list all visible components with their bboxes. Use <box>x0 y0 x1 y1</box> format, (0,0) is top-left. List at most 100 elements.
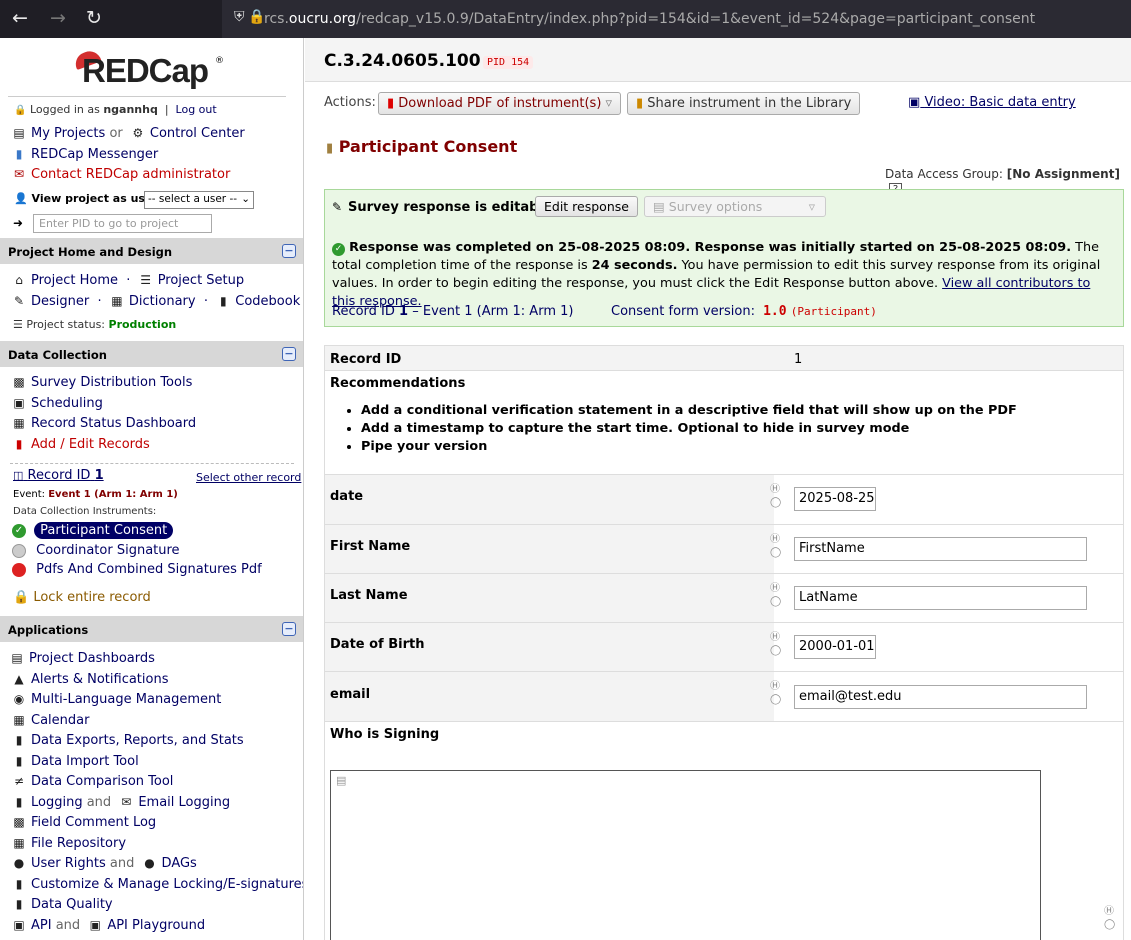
export-icon: ▮ <box>15 733 23 747</box>
app-calendar[interactable]: ▦ Calendar <box>12 713 89 728</box>
codebook-link[interactable]: Codebook <box>235 294 300 309</box>
app-data-import[interactable]: ▮ Data Import Tool <box>12 754 139 769</box>
edit-response-button[interactable]: Edit response <box>535 196 638 217</box>
history-icon[interactable]: Ⓗ <box>1104 902 1114 917</box>
back-icon[interactable]: ← <box>12 8 28 28</box>
app-locking[interactable]: ▮ Customize & Manage Locking/E-signatures <box>12 877 303 892</box>
field-row-first-name: First Name Ⓗ ◯ FirstName <box>324 525 1124 574</box>
comment-icon[interactable]: ◯ <box>770 497 781 508</box>
dob-input[interactable]: 2000-01-01 <box>794 635 876 659</box>
film-icon: ▣ <box>908 95 921 110</box>
project-setup-link[interactable]: Project Setup <box>158 273 244 288</box>
user-rights-link[interactable]: User Rights <box>31 856 106 871</box>
survey-distribution-link[interactable]: ▩ Survey Distribution Tools <box>12 375 192 390</box>
comment-icon[interactable]: ◯ <box>770 645 781 656</box>
reload-icon[interactable]: ↻ <box>86 8 102 28</box>
messenger-link[interactable]: ▮ REDCap Messenger <box>12 147 159 162</box>
designer-link[interactable]: Designer <box>31 294 89 309</box>
logging-link[interactable]: Logging <box>31 795 83 810</box>
control-center-link[interactable]: Control Center <box>150 126 245 141</box>
api-link[interactable]: API <box>31 918 52 933</box>
date-input[interactable]: 2025-08-25 <box>794 487 876 511</box>
record-status-link[interactable]: ▦ Record Status Dashboard <box>12 416 196 431</box>
app-multi-language[interactable]: ◉ Multi-Language Management <box>12 692 222 707</box>
instrument-coordinator-signature[interactable]: Coordinator Signature <box>12 543 180 558</box>
lock-record-link[interactable]: 🔒 Lock entire record <box>13 590 151 605</box>
dags-link[interactable]: DAGs <box>162 856 197 871</box>
survey-icon: ▩ <box>13 375 25 389</box>
select-other-record-link[interactable]: Select other record <box>196 471 301 484</box>
comment-icon[interactable]: ◯ <box>1104 919 1115 930</box>
forward-icon[interactable]: → <box>50 8 66 28</box>
app-data-comparison[interactable]: ≠ Data Comparison Tool <box>12 774 173 789</box>
chevron-down-icon: ▿ <box>605 96 613 111</box>
user-rights-line: ● User Rights and ● DAGs <box>13 856 197 871</box>
designer-line: ✎ Designer · ▦ Dictionary · ▮ Codebook <box>13 294 301 309</box>
comment-icon[interactable]: ◯ <box>770 694 781 705</box>
import-icon: ▮ <box>15 754 23 768</box>
app-data-exports[interactable]: ▮ Data Exports, Reports, and Stats <box>12 733 244 748</box>
who-signing-row: Who is Signing ▤ Ⓗ ◯ <box>324 722 1124 940</box>
recommendation-item: Pipe your version <box>361 438 1017 456</box>
instrument-pdfs-combined[interactable]: Pdfs And Combined Signatures Pdf <box>12 562 262 577</box>
browser-toolbar: ← → ↻ ⛨ 🔒 rcs.oucru.org/redcap_v15.0.9/D… <box>0 0 1131 38</box>
recommendation-item: Add a timestamp to capture the start tim… <box>361 420 1017 438</box>
history-icon[interactable]: Ⓗ <box>770 579 780 594</box>
lock-icon: 🔒 <box>13 590 30 605</box>
first-name-input[interactable]: FirstName <box>794 537 1087 561</box>
laptop-code-icon: ▣ <box>89 918 101 932</box>
app-alerts[interactable]: ▲ Alerts & Notifications <box>12 672 168 687</box>
project-home-link[interactable]: Project Home <box>31 273 118 288</box>
logout-link[interactable]: Log out <box>176 103 217 116</box>
signing-frame[interactable]: ▤ <box>330 770 1041 940</box>
editable-label: Survey response is editable <box>348 200 552 215</box>
section-applications: Applications − <box>0 616 303 642</box>
sidebar: REDCap ® 🔒 Logged in as ngannhq | Log ou… <box>0 38 304 940</box>
video-link[interactable]: ▣ Video: Basic data entry <box>908 95 1076 110</box>
survey-response-box: ✎ Survey response is editable Edit respo… <box>324 189 1124 327</box>
log-icon: ▮ <box>15 795 23 809</box>
project-home-line: ⌂ Project Home · ☰ Project Setup <box>12 273 244 288</box>
api-playground-link[interactable]: API Playground <box>107 918 205 933</box>
pencil-icon: ✎ <box>332 200 343 214</box>
history-icon[interactable]: Ⓗ <box>770 530 780 545</box>
download-pdf-button[interactable]: ▮ Download PDF of instrument(s) ▿ <box>378 92 622 115</box>
calendar-plus-icon: ▣ <box>13 396 25 410</box>
share-library-button[interactable]: ▮ Share instrument in the Library <box>627 92 861 115</box>
last-name-input[interactable]: LatName <box>794 586 1087 610</box>
address-bar[interactable]: ⛨ 🔒 rcs.oucru.org/redcap_v15.0.9/DataEnt… <box>222 0 1131 38</box>
scheduling-link[interactable]: ▣ Scheduling <box>12 396 103 411</box>
collapse-icon[interactable]: − <box>282 244 296 258</box>
users-icon: ● <box>144 856 155 870</box>
add-edit-records-link[interactable]: ▮ Add / Edit Records <box>12 437 150 452</box>
comment-icon[interactable]: ◯ <box>770 596 781 607</box>
table-icon: ▦ <box>13 416 25 430</box>
email-input[interactable]: email@test.edu <box>794 685 1087 709</box>
record-id-link[interactable]: ◫ Record ID 1 <box>13 468 104 483</box>
folder-icon: ▦ <box>13 836 25 850</box>
url-text[interactable]: rcs.oucru.org/redcap_v15.0.9/DataEntry/i… <box>264 11 1035 27</box>
survey-options-button[interactable]: ▤ Survey options ▿ <box>644 196 826 217</box>
history-icon[interactable]: Ⓗ <box>770 480 780 495</box>
instrument-participant-consent[interactable]: ✓ Participant Consent <box>12 522 174 539</box>
survey-options-icon: ▤ <box>653 199 665 214</box>
section-project-home: Project Home and Design − <box>0 238 303 264</box>
history-icon[interactable]: Ⓗ <box>770 677 780 692</box>
app-field-comment-log[interactable]: ▩ Field Comment Log <box>12 815 156 830</box>
comment-icon[interactable]: ◯ <box>770 547 781 558</box>
app-file-repository[interactable]: ▦ File Repository <box>12 836 126 851</box>
pid-input[interactable]: Enter PID to go to project <box>33 214 212 233</box>
collapse-icon[interactable]: − <box>282 622 296 636</box>
my-projects-link[interactable]: My Projects <box>31 126 105 141</box>
redcap-logo[interactable]: REDCap ® <box>72 47 232 92</box>
collapse-icon[interactable]: − <box>282 347 296 361</box>
contact-admin-link[interactable]: ✉ Contact REDCap administrator <box>12 167 230 182</box>
app-data-quality[interactable]: ▮ Data Quality <box>12 897 113 912</box>
email-logging-link[interactable]: Email Logging <box>138 795 230 810</box>
shield-icon: ⛨ <box>234 9 245 25</box>
view-as-select[interactable]: -- select a user -- ⌄ <box>144 191 254 209</box>
broken-image-icon: ▤ <box>336 774 347 787</box>
dictionary-link[interactable]: Dictionary <box>129 294 196 309</box>
history-icon[interactable]: Ⓗ <box>770 628 780 643</box>
app-project-dashboards[interactable]: ▤ Project Dashboards <box>10 651 155 666</box>
